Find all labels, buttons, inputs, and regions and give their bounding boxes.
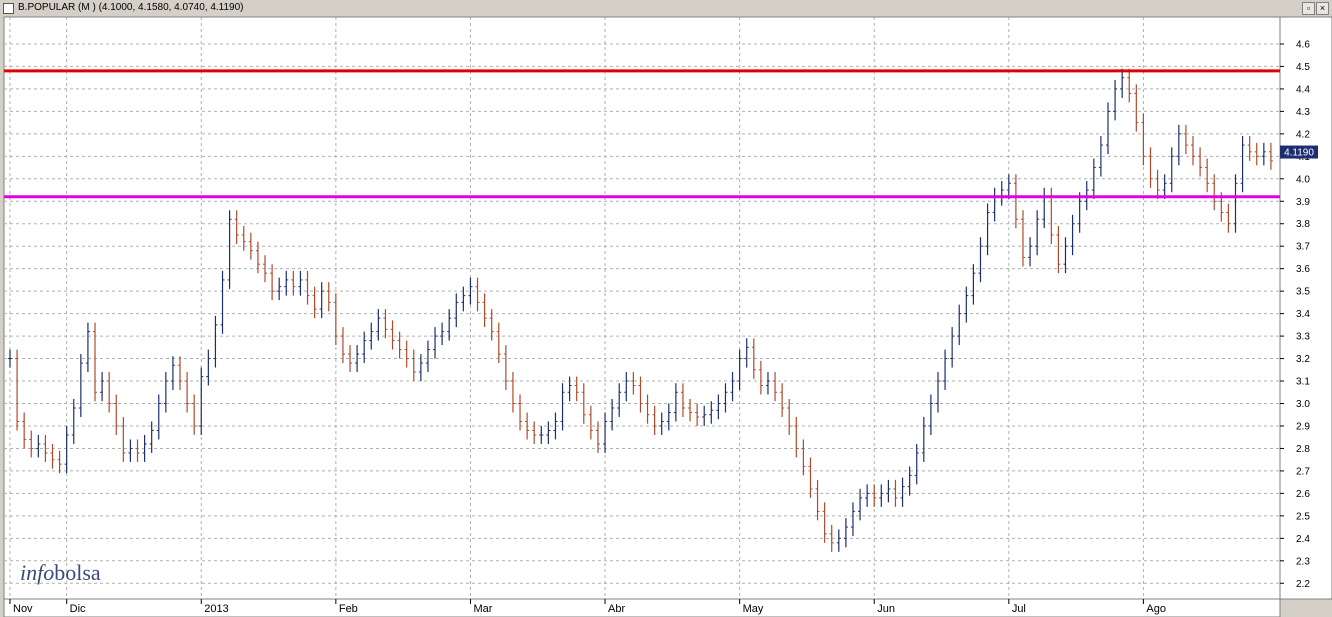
y-tick-label: 3.3 bbox=[1296, 332, 1310, 343]
y-tick-label: 4.3 bbox=[1296, 107, 1310, 118]
x-tick-label: Jun bbox=[877, 603, 895, 615]
y-tick-label: 2.5 bbox=[1296, 511, 1310, 522]
y-tick-label: 3.0 bbox=[1296, 399, 1310, 410]
y-tick-label: 2.3 bbox=[1296, 556, 1310, 567]
y-tick-label: 2.7 bbox=[1296, 466, 1310, 477]
ohlc-chart: 2.2 2.3 2.4 2.5 2.6 2.7 2.8 2.9 3.0 3.1 3.2 3.3 3.4 3… bbox=[3, 16, 1332, 617]
y-tick-label: 4.2 bbox=[1296, 129, 1310, 140]
x-tick-label: Mar bbox=[473, 603, 492, 615]
y-tick-label: 2.2 bbox=[1296, 579, 1310, 590]
x-tick-label: Abr bbox=[608, 603, 625, 615]
y-tick-label: 3.9 bbox=[1296, 197, 1310, 208]
y-tick-label: 2.9 bbox=[1296, 421, 1310, 432]
x-tick-label: Ago bbox=[1146, 603, 1166, 615]
y-tick-label: 3.6 bbox=[1296, 264, 1310, 275]
last-price-marker: 4.1190 bbox=[1280, 145, 1318, 159]
x-tick-label: Dic bbox=[70, 603, 86, 615]
y-tick-label: 4.5 bbox=[1296, 62, 1310, 73]
x-tick-label: Nov bbox=[13, 603, 33, 615]
y-tick-label: 3.8 bbox=[1296, 219, 1310, 230]
watermark-part2: bolsa bbox=[54, 560, 101, 585]
y-tick-label: 2.4 bbox=[1296, 534, 1310, 545]
x-tick-label: May bbox=[743, 603, 764, 615]
y-tick-label: 3.4 bbox=[1296, 309, 1310, 320]
y-tick-label: 4.4 bbox=[1296, 84, 1310, 95]
y-tick-label: 3.2 bbox=[1296, 354, 1310, 365]
plot-area bbox=[3, 16, 1281, 600]
y-tick-label: 2.8 bbox=[1296, 444, 1310, 455]
y-tick-label: 3.5 bbox=[1296, 287, 1310, 298]
y-tick-label: 3.1 bbox=[1296, 377, 1310, 388]
infobolsa-logo: infobolsa bbox=[20, 560, 101, 585]
y-tick-label: 4.6 bbox=[1296, 39, 1310, 50]
x-tick-label: Feb bbox=[339, 603, 358, 615]
x-axis-area bbox=[3, 598, 1281, 617]
last-price-label: 4.1190 bbox=[1284, 148, 1314, 159]
x-tick-label: 2013 bbox=[204, 603, 228, 615]
x-tick-label: Jul bbox=[1012, 603, 1026, 615]
y-tick-label: 4.0 bbox=[1296, 174, 1310, 185]
y-tick-label: 3.7 bbox=[1296, 242, 1310, 253]
y-tick-label: 2.6 bbox=[1296, 489, 1310, 500]
watermark-part1: info bbox=[20, 560, 54, 585]
